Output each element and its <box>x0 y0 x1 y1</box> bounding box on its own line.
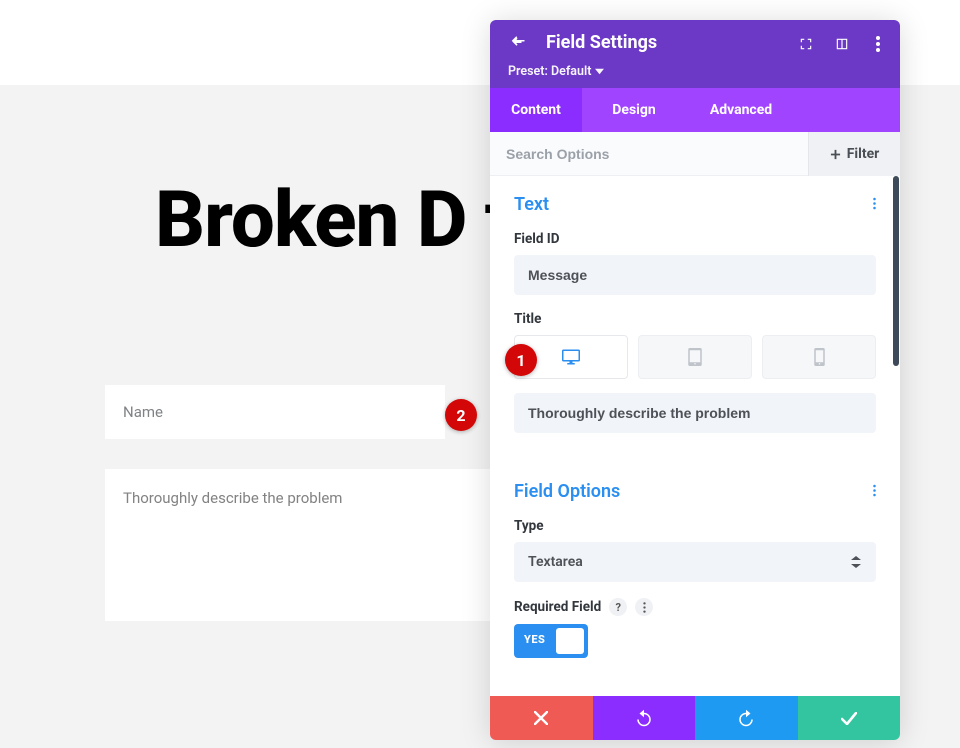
required-toggle[interactable]: YES <box>514 624 588 658</box>
required-toggle-label: YES <box>524 633 545 646</box>
field-id-label: Field ID <box>514 231 876 247</box>
kebab-menu-icon[interactable] <box>866 32 890 56</box>
section-options-title: Field Options <box>514 481 620 502</box>
undo-icon <box>635 709 653 727</box>
preset-selector[interactable]: Preset: Default <box>508 64 604 79</box>
tab-content[interactable]: Content <box>490 88 582 132</box>
device-tablet-button[interactable] <box>638 335 752 379</box>
check-icon <box>841 712 857 725</box>
form-name-field[interactable]: Name <box>105 385 445 439</box>
filter-button[interactable]: Filter <box>808 132 900 176</box>
type-select[interactable]: Textarea <box>514 542 876 582</box>
title-input[interactable] <box>514 393 876 433</box>
form-name-placeholder: Name <box>123 403 163 421</box>
device-phone-button[interactable] <box>762 335 876 379</box>
tab-advanced[interactable]: Advanced <box>686 88 796 132</box>
panel-title: Field Settings <box>546 32 657 53</box>
annotation-marker-2: 2 <box>445 399 477 431</box>
panel-header: Field Settings Preset: Default <box>490 20 900 88</box>
required-label: Required Field ? <box>514 598 876 616</box>
panel-footer <box>490 696 900 740</box>
panel-tabs: Content Design Advanced <box>490 88 900 132</box>
back-icon[interactable] <box>508 34 526 52</box>
type-label: Type <box>514 518 876 534</box>
required-menu-icon[interactable] <box>635 598 653 616</box>
desktop-icon <box>562 349 580 365</box>
panel-search-row: Filter <box>490 132 900 176</box>
help-icon[interactable]: ? <box>609 598 627 616</box>
field-settings-panel: Field Settings Preset: Default Content D… <box>490 20 900 740</box>
preset-label: Preset: Default <box>508 64 591 79</box>
tablet-icon <box>688 348 702 366</box>
section-field-options: Field Options Type Textarea Required Fie… <box>490 463 900 662</box>
redo-icon <box>737 709 755 727</box>
search-input[interactable] <box>490 132 795 176</box>
device-selector <box>514 335 876 379</box>
cancel-button[interactable] <box>490 696 593 740</box>
layout-icon[interactable] <box>830 32 854 56</box>
redo-button[interactable] <box>695 696 798 740</box>
section-text: Text Field ID Title <box>490 176 900 437</box>
tab-design[interactable]: Design <box>582 88 686 132</box>
plus-icon <box>830 149 841 160</box>
scrollbar[interactable] <box>893 176 899 366</box>
chevron-down-icon <box>595 67 604 76</box>
close-icon <box>534 711 548 725</box>
type-value: Textarea <box>528 554 583 570</box>
toggle-knob <box>556 628 584 654</box>
panel-body: Text Field ID Title <box>490 176 900 696</box>
expand-icon[interactable] <box>794 32 818 56</box>
section-text-menu-icon[interactable] <box>873 195 876 214</box>
undo-button[interactable] <box>593 696 696 740</box>
required-label-text: Required Field <box>514 599 601 615</box>
filter-label: Filter <box>847 146 880 162</box>
section-options-menu-icon[interactable] <box>873 482 876 501</box>
field-id-input[interactable] <box>514 255 876 295</box>
phone-icon <box>814 348 825 366</box>
select-caret-icon <box>850 556 862 568</box>
save-button[interactable] <box>798 696 901 740</box>
form-message-placeholder: Thoroughly describe the problem <box>123 489 342 507</box>
section-text-title: Text <box>514 194 549 215</box>
title-label: Title <box>514 311 876 327</box>
annotation-marker-1: 1 <box>505 344 537 376</box>
